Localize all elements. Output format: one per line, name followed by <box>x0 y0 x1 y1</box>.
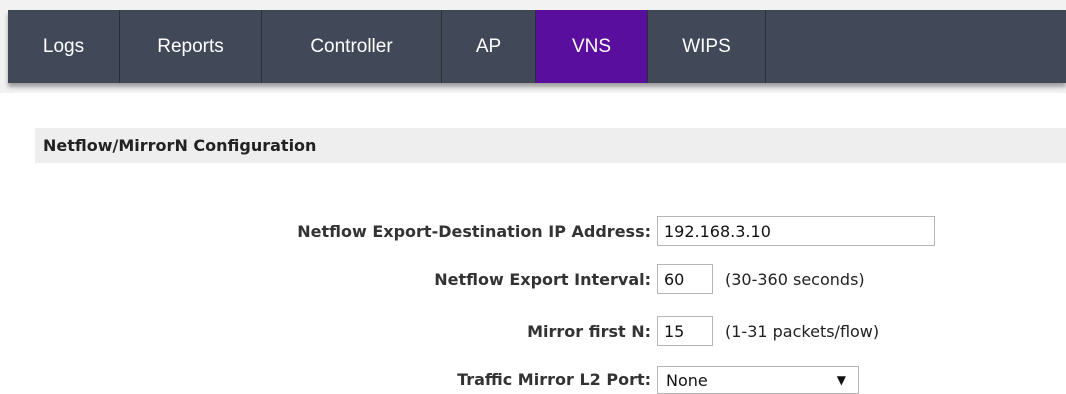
tab-bar-fill <box>766 10 1066 83</box>
export-interval-row: Netflow Export Interval: (30-360 seconds… <box>0 264 1066 296</box>
export-interval-hint: (30-360 seconds) <box>725 270 865 289</box>
mirror-n-input[interactable] <box>657 316 713 346</box>
export-interval-input[interactable] <box>657 264 713 294</box>
section-title: Netflow/MirrorN Configuration <box>43 136 317 155</box>
tab-ap[interactable]: AP <box>442 10 536 83</box>
mirror-n-row: Mirror first N: (1-31 packets/flow) <box>0 316 1066 348</box>
tab-reports[interactable]: Reports <box>120 10 262 83</box>
export-interval-label: Netflow Export Interval: <box>434 270 651 289</box>
dropdown-arrow-icon: ▼ <box>836 373 846 387</box>
section-header: Netflow/MirrorN Configuration <box>35 128 1066 163</box>
l2-port-selected-value: None <box>666 370 708 390</box>
l2-port-label: Traffic Mirror L2 Port: <box>457 370 651 389</box>
top-bar: Logs Reports Controller AP VNS WIPS <box>0 0 1066 93</box>
tab-logs[interactable]: Logs <box>8 10 120 83</box>
tab-controller[interactable]: Controller <box>262 10 442 83</box>
main-nav-tabs: Logs Reports Controller AP VNS WIPS <box>8 10 1066 83</box>
tab-vns[interactable]: VNS <box>536 10 648 83</box>
tab-wips[interactable]: WIPS <box>648 10 766 83</box>
l2-port-select[interactable]: None ▼ <box>657 366 859 394</box>
dest-ip-input[interactable] <box>657 216 935 246</box>
dest-ip-row: Netflow Export-Destination IP Address: <box>0 216 1066 248</box>
dest-ip-label: Netflow Export-Destination IP Address: <box>297 222 651 241</box>
mirror-n-hint: (1-31 packets/flow) <box>725 322 880 341</box>
l2-port-row: Traffic Mirror L2 Port: None ▼ <box>0 366 1066 394</box>
mirror-n-label: Mirror first N: <box>527 322 651 341</box>
